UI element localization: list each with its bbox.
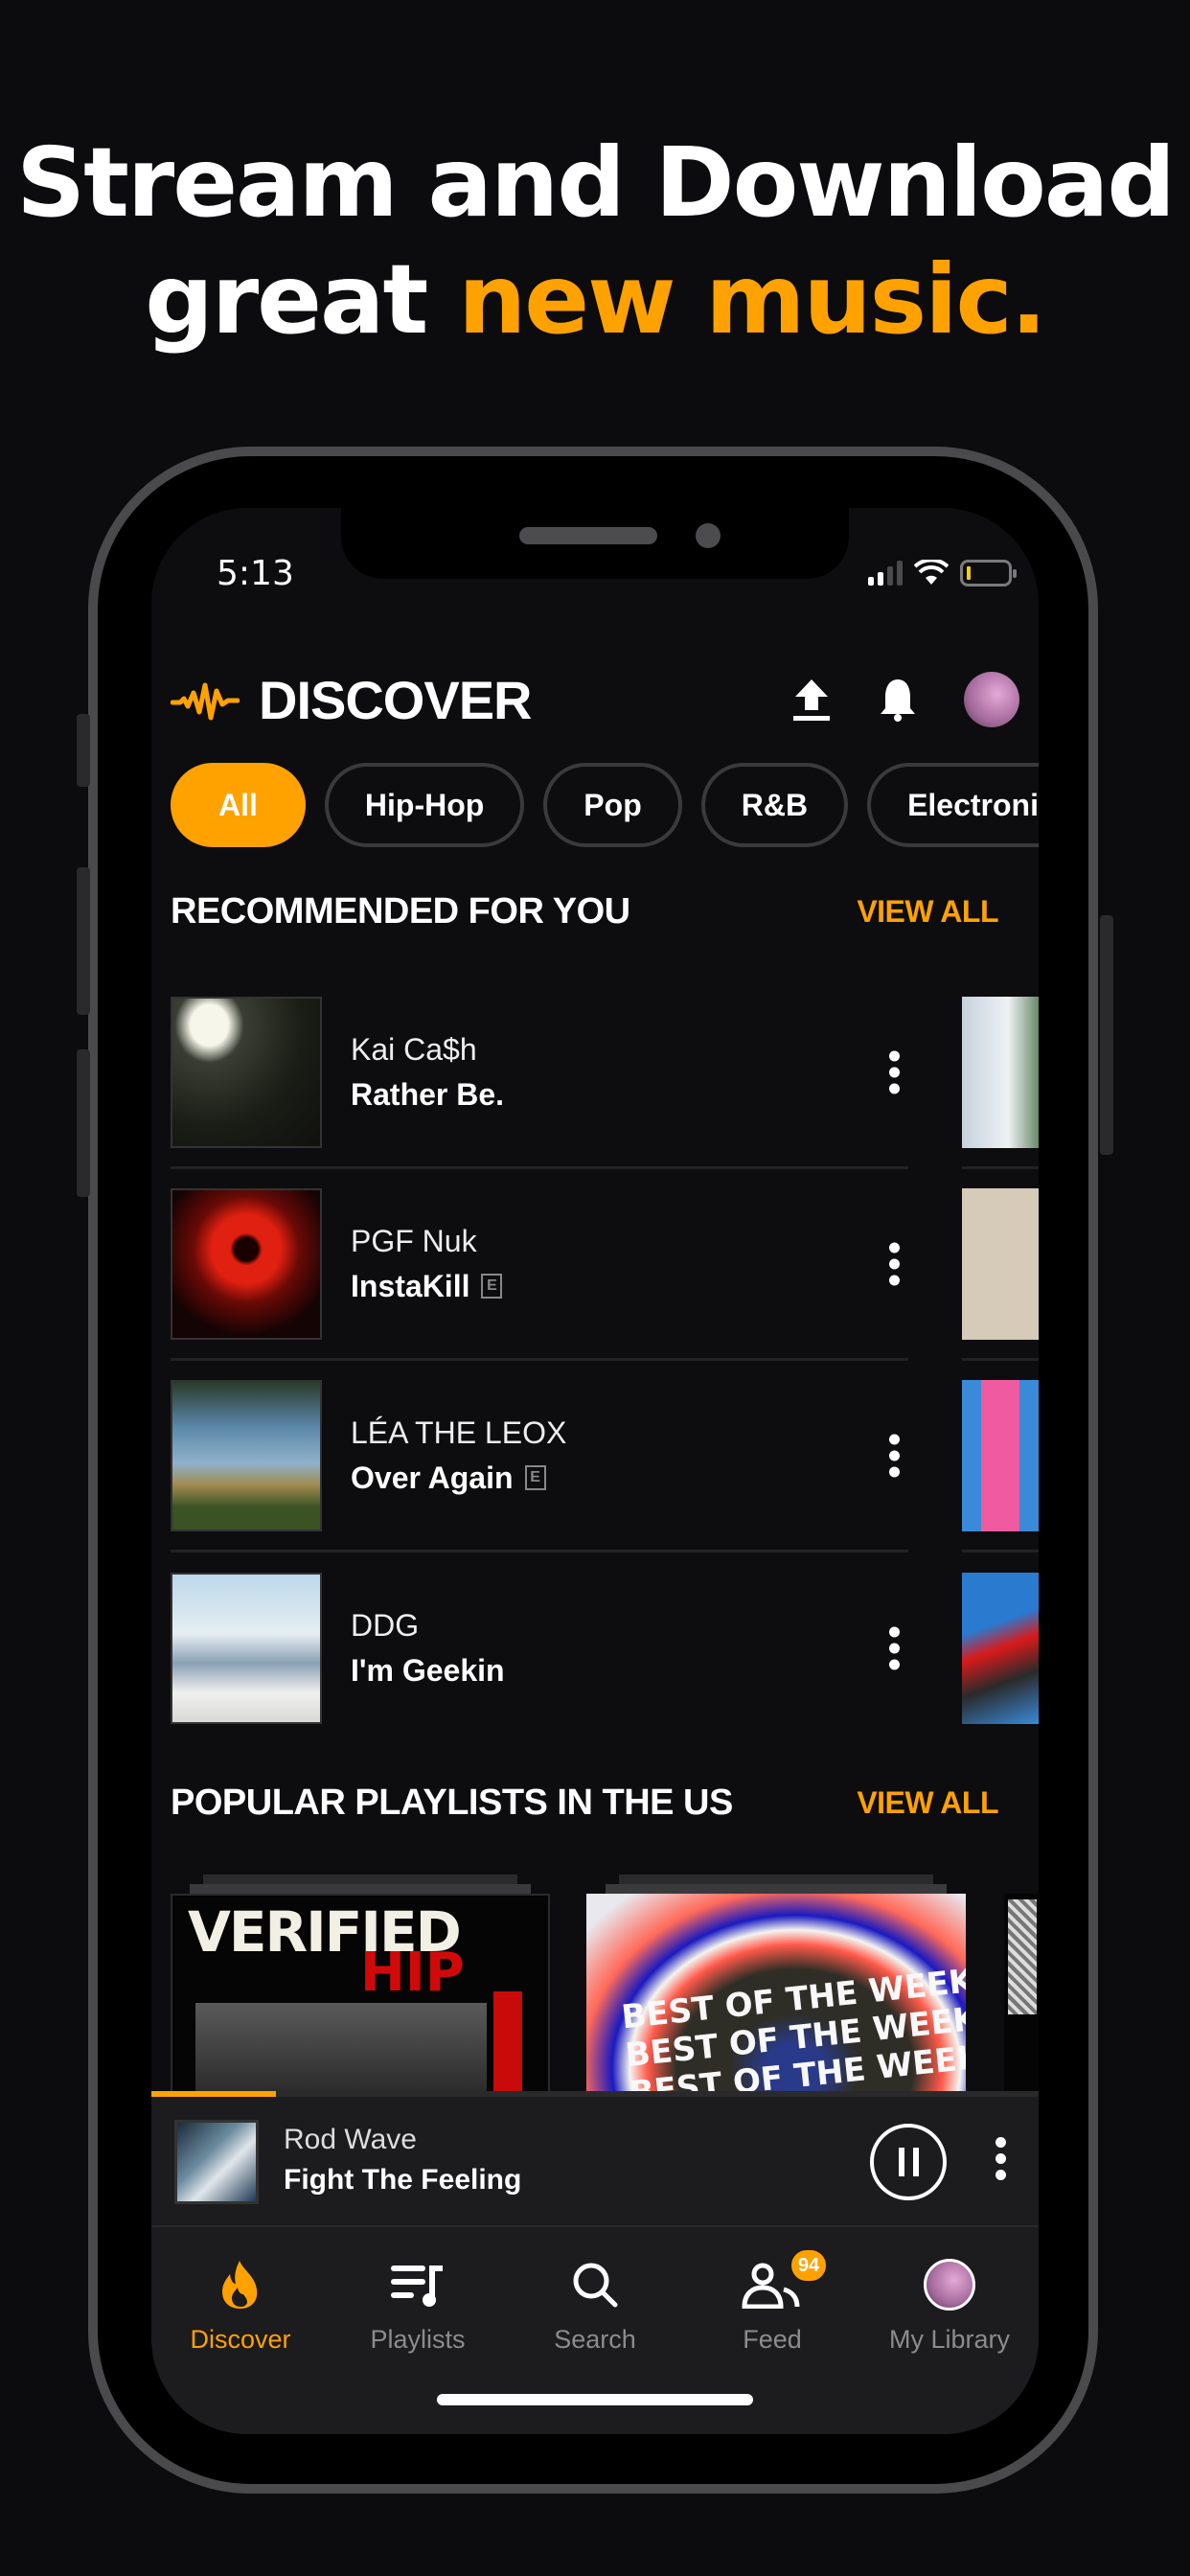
recommended-next-column (962, 978, 1039, 1744)
album-cover (962, 1573, 1039, 1724)
tab-label: Playlists (370, 2325, 466, 2354)
mute-switch (77, 714, 90, 787)
recommended-view-all[interactable]: VIEW ALL (857, 894, 998, 930)
profile-avatar[interactable] (964, 672, 1019, 727)
headline-line-2: great new music. (0, 242, 1190, 358)
explicit-badge: E (524, 1465, 546, 1490)
tab-search[interactable]: Search (506, 2256, 684, 2355)
song-title-text: Rather Be. (351, 1076, 505, 1112)
bell-icon[interactable] (878, 678, 918, 722)
pause-button[interactable] (870, 2124, 947, 2200)
now-playing-cover (174, 2120, 259, 2204)
song-title-text: InstaKill (351, 1268, 470, 1303)
progress-fill (151, 2091, 276, 2097)
playback-progress[interactable] (151, 2091, 1039, 2097)
library-avatar (924, 2259, 975, 2311)
album-cover (171, 1379, 322, 1531)
tab-discover[interactable]: Discover (151, 2256, 330, 2355)
genre-chip-hip-hop[interactable]: Hip-Hop (324, 763, 525, 847)
song-title: InstaKill E (351, 1268, 503, 1304)
artist-name: PGF Nuk (351, 1223, 477, 1258)
song-title-text: Over Again (351, 1460, 514, 1495)
power-button (1100, 915, 1113, 1155)
flame-icon (222, 2261, 258, 2309)
headline-plain: great (145, 243, 459, 356)
album-cover (962, 1379, 1039, 1531)
volume-up-button (77, 867, 90, 1015)
headline-accent: new music. (458, 243, 1047, 356)
album-cover (171, 1573, 322, 1724)
now-playing-artist: Rod Wave (284, 2124, 417, 2155)
tab-label: Feed (743, 2325, 802, 2354)
audiomack-logo-icon (171, 682, 240, 721)
list-item[interactable] (962, 1361, 1039, 1552)
recommended-title: RECOMMENDED FOR YOU (171, 891, 630, 932)
app-screen: 5:13 DISCOVER All Hip-Hop Pop R&B Electr… (151, 508, 1039, 2434)
list-item[interactable]: DDG I'm Geekin (171, 1552, 908, 1744)
recommended-header: RECOMMENDED FOR YOU VIEW ALL (171, 891, 998, 932)
artist-name: LÉA THE LEOX (351, 1414, 567, 1450)
genre-chip-electronic[interactable]: Electronic (867, 763, 1039, 847)
tab-label: Discover (190, 2325, 291, 2354)
album-cover (171, 1187, 322, 1340)
playlist-icon (391, 2266, 443, 2307)
upload-icon[interactable] (791, 678, 832, 722)
more-options-icon[interactable] (880, 1242, 908, 1285)
speaker (519, 527, 657, 544)
list-item[interactable] (962, 978, 1039, 1169)
song-title: I'm Geekin (351, 1653, 505, 1689)
app-header: DISCOVER (171, 661, 1019, 738)
playlists-header: POPULAR PLAYLISTS IN THE US VIEW ALL (171, 1782, 998, 1824)
artist-name: DDG (351, 1608, 420, 1643)
marketing-headline: Stream and Download great new music. (0, 125, 1190, 358)
more-options-icon[interactable] (880, 1434, 908, 1477)
front-camera (696, 523, 721, 548)
playlists-view-all[interactable]: VIEW ALL (857, 1785, 998, 1821)
tab-playlists[interactable]: Playlists (329, 2256, 507, 2355)
status-time: 5:13 (217, 554, 294, 593)
artist-name: Kai Ca$h (351, 1031, 477, 1067)
explicit-badge: E (481, 1274, 503, 1299)
volume-down-button (77, 1049, 90, 1197)
list-item[interactable]: LÉA THE LEOX Over Again E (171, 1361, 908, 1552)
genre-chip-rnb[interactable]: R&B (700, 763, 849, 847)
genre-chip-all[interactable]: All (171, 763, 306, 847)
song-title: Rather Be. (351, 1077, 504, 1113)
genre-filter: All Hip-Hop Pop R&B Electronic (171, 763, 1039, 847)
pause-icon (898, 2148, 904, 2176)
playlists-title: POPULAR PLAYLISTS IN THE US (171, 1782, 733, 1823)
album-cover (962, 996, 1039, 1148)
list-item[interactable]: PGF Nuk InstaKill E (171, 1169, 908, 1361)
tab-label: My Library (888, 2325, 1011, 2354)
mini-player[interactable]: Rod Wave Fight The Feeling (151, 2091, 1039, 2225)
list-item[interactable]: Kai Ca$h Rather Be. (171, 978, 908, 1169)
list-item[interactable] (962, 1552, 1039, 1744)
tab-label: Search (554, 2325, 636, 2354)
signal-icon (868, 561, 903, 586)
tab-my-library[interactable]: My Library (860, 2256, 1039, 2355)
list-item[interactable] (962, 1169, 1039, 1361)
song-title-text: I'm Geekin (351, 1653, 505, 1688)
song-title: Over Again E (351, 1460, 566, 1496)
tab-feed[interactable]: 94 Feed (683, 2248, 861, 2355)
more-options-icon[interactable] (995, 2137, 1006, 2180)
album-cover (171, 996, 322, 1148)
notch (341, 508, 849, 579)
search-icon (573, 2263, 618, 2308)
more-options-icon[interactable] (880, 1626, 908, 1670)
more-options-icon[interactable] (880, 1050, 908, 1093)
status-icons (868, 560, 1017, 586)
recommended-list: Kai Ca$h Rather Be. PGF Nuk InstaKill E L… (171, 978, 908, 1744)
album-cover (962, 1187, 1039, 1340)
battery-icon (960, 560, 1017, 586)
home-indicator (437, 2394, 753, 2405)
headline-line-1: Stream and Download (16, 126, 1176, 239)
page-title: DISCOVER (259, 669, 532, 730)
wifi-icon (914, 560, 949, 585)
now-playing-song: Fight The Feeling (284, 2164, 522, 2196)
genre-chip-pop[interactable]: Pop (543, 763, 682, 847)
tab-bar: Discover Playlists Search 94 Feed My Lib… (151, 2225, 1039, 2434)
feed-badge: 94 (790, 2248, 828, 2283)
